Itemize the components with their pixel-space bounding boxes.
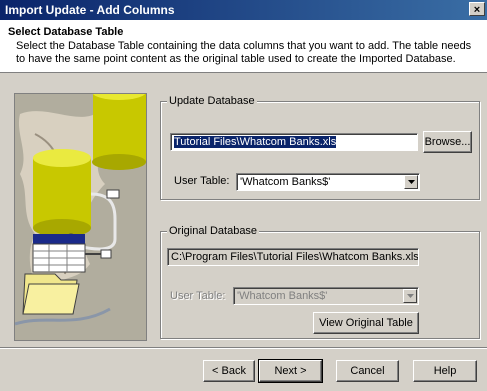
browse-button[interactable]: Browse... bbox=[423, 131, 472, 153]
chevron-down-icon[interactable] bbox=[404, 175, 418, 189]
help-button[interactable]: Help bbox=[413, 360, 477, 382]
step-description: Select the Database Table containing the… bbox=[16, 40, 472, 65]
original-database-file-field: C:\Program Files\Tutorial Files\Whatcom … bbox=[167, 248, 419, 266]
footer-separator bbox=[0, 347, 487, 349]
window-title: Import Update - Add Columns bbox=[5, 3, 175, 17]
view-original-table-button[interactable]: View Original Table bbox=[313, 312, 419, 334]
dropdown-arrow-icon bbox=[407, 294, 414, 298]
wizard-header: Select Database Table Select the Databas… bbox=[0, 20, 487, 73]
folder-icon bbox=[22, 273, 80, 315]
dropdown-arrow-icon bbox=[408, 180, 415, 184]
title-bar: Import Update - Add Columns × bbox=[0, 0, 487, 20]
update-database-file-input[interactable]: Tutorial Files\Whatcom Banks.xls bbox=[170, 133, 418, 151]
original-user-table-value: 'Whatcom Banks$' bbox=[237, 290, 328, 302]
update-database-group-label: Update Database bbox=[167, 95, 257, 107]
close-button[interactable]: × bbox=[469, 2, 485, 16]
update-database-file-value: Tutorial Files\Whatcom Banks.xls bbox=[174, 136, 337, 148]
original-user-table-label: User Table: bbox=[170, 290, 226, 302]
table-document-icon bbox=[32, 234, 86, 273]
update-user-table-label: User Table: bbox=[174, 175, 230, 187]
database-map-illustration bbox=[15, 94, 146, 340]
original-database-file-value: C:\Program Files\Tutorial Files\Whatcom … bbox=[171, 251, 419, 263]
wizard-illustration bbox=[14, 93, 147, 341]
cancel-button[interactable]: Cancel bbox=[336, 360, 399, 382]
next-button[interactable]: Next > bbox=[258, 359, 323, 383]
original-database-group-label: Original Database bbox=[167, 225, 260, 237]
back-button[interactable]: < Back bbox=[203, 360, 255, 382]
update-user-table-select[interactable]: 'Whatcom Banks$' bbox=[236, 173, 420, 191]
step-title: Select Database Table bbox=[8, 26, 124, 38]
chevron-down-icon bbox=[403, 289, 417, 303]
database-cylinder-icon bbox=[92, 94, 146, 170]
update-user-table-value: 'Whatcom Banks$' bbox=[240, 176, 331, 188]
database-cylinder-icon bbox=[33, 149, 91, 237]
original-user-table-select: 'Whatcom Banks$' bbox=[233, 287, 419, 305]
